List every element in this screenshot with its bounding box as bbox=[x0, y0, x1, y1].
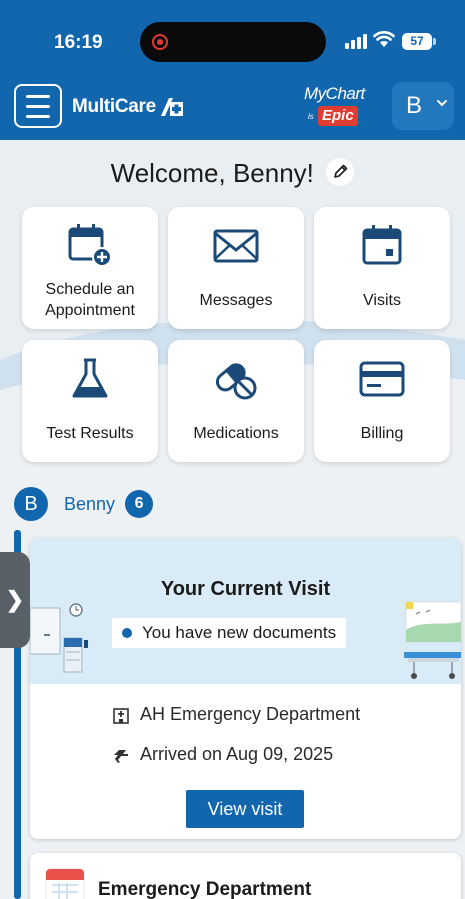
tile-label: Visits bbox=[363, 292, 401, 309]
profile-menu-button[interactable]: B bbox=[392, 82, 454, 130]
department-name: AH Emergency Department bbox=[140, 704, 361, 724]
tile-label: Test Results bbox=[46, 425, 134, 442]
pills-icon bbox=[215, 363, 257, 400]
tile-label: Medications bbox=[193, 425, 279, 442]
wifi-icon bbox=[373, 31, 395, 47]
visit-arrival: Arrived on Aug 09, 2025 bbox=[110, 744, 333, 765]
tile-label: Appointment bbox=[45, 302, 135, 319]
card-title: Emergency Department bbox=[98, 879, 312, 899]
current-visit-card: Your Current Visit You have new document… bbox=[30, 538, 461, 839]
new-documents-notice[interactable]: You have new documents bbox=[112, 618, 347, 648]
side-panel-toggle[interactable]: ❯ bbox=[0, 552, 30, 648]
visit-department: AH Emergency Department bbox=[110, 704, 360, 725]
calendar-icon bbox=[45, 868, 85, 899]
cellular-signal-icon bbox=[345, 33, 367, 49]
tile-label: Schedule an bbox=[45, 281, 135, 298]
tile-billing[interactable]: Billing bbox=[314, 340, 450, 462]
brand-logo[interactable]: MultiCare bbox=[72, 96, 183, 118]
status-time: 16:19 bbox=[54, 32, 103, 53]
welcome-title: Welcome, Benny! bbox=[110, 158, 314, 188]
visit-banner: Your Current Visit You have new document… bbox=[30, 538, 461, 684]
current-visit-title: Your Current Visit bbox=[160, 578, 331, 600]
menu-button[interactable] bbox=[14, 84, 62, 128]
chevron-right-icon: ❯ bbox=[5, 587, 25, 612]
tile-label: Billing bbox=[360, 425, 404, 442]
tile-schedule-appointment[interactable]: Schedule an Appointment bbox=[22, 207, 158, 329]
tile-label: Messages bbox=[199, 292, 273, 309]
notice-text: You have new documents bbox=[142, 623, 337, 642]
tile-visits[interactable]: Visits bbox=[314, 207, 450, 329]
credit-card-icon bbox=[359, 361, 405, 397]
hospital-bed-illustration bbox=[404, 601, 461, 679]
calendar-plus-icon bbox=[68, 224, 112, 267]
exam-room-illustration bbox=[30, 603, 88, 673]
brand-name: MultiCare bbox=[72, 96, 156, 117]
status-bar: 16:19 57 bbox=[0, 0, 465, 72]
tile-medications[interactable]: Medications bbox=[168, 340, 304, 462]
dynamic-island bbox=[140, 22, 326, 62]
arrival-date: Arrived on Aug 09, 2025 bbox=[140, 744, 334, 764]
battery-indicator: 57 bbox=[402, 33, 436, 50]
chevron-down-icon bbox=[437, 100, 447, 107]
view-visit-button[interactable]: View visit bbox=[186, 790, 304, 828]
app-header: MultiCare MyChart is Epic B bbox=[0, 72, 465, 140]
patient-selector[interactable]: B Benny 6 bbox=[14, 487, 154, 521]
tile-test-results[interactable]: Test Results bbox=[22, 340, 158, 462]
unread-dot-icon bbox=[122, 628, 132, 638]
notification-count-badge: 6 bbox=[125, 490, 154, 518]
flask-icon bbox=[72, 358, 108, 398]
epic-wordmark: Epic bbox=[318, 106, 358, 126]
tile-messages[interactable]: Messages bbox=[168, 207, 304, 329]
pencil-icon bbox=[334, 164, 348, 178]
mychart-epic-logo: MyChart is Epic bbox=[300, 84, 380, 130]
profile-initial: B bbox=[406, 92, 423, 119]
hospital-building-icon bbox=[113, 707, 129, 724]
avatar: B bbox=[14, 487, 48, 521]
edit-name-button[interactable] bbox=[326, 157, 355, 186]
recording-indicator-icon bbox=[152, 34, 168, 50]
calendar-icon bbox=[362, 225, 402, 265]
mychart-wordmark: MyChart bbox=[304, 84, 365, 103]
mychart-is-text: is bbox=[308, 112, 314, 121]
envelope-icon bbox=[213, 229, 259, 263]
welcome-header: Welcome, Benny! bbox=[0, 157, 465, 189]
patient-name: Benny bbox=[64, 493, 116, 514]
emergency-department-card[interactable]: Emergency Department bbox=[30, 853, 461, 899]
multicare-logo-icon bbox=[160, 98, 183, 116]
walking-person-icon bbox=[114, 749, 128, 763]
